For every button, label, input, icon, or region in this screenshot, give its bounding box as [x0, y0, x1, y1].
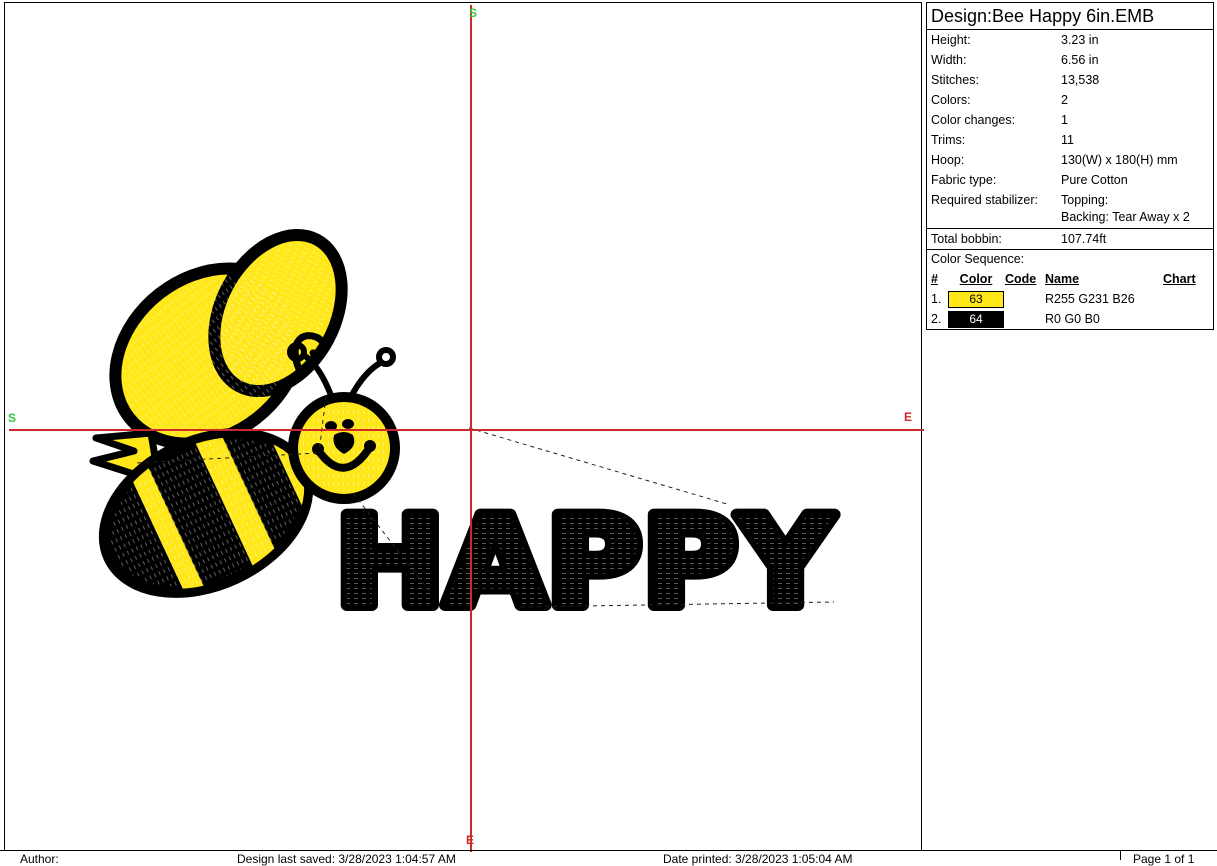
happy-lettering: HAPPY HAPPY	[335, 491, 834, 635]
footer-divider	[0, 850, 1217, 851]
bee-head	[293, 397, 395, 499]
color-swatch-1: 63	[948, 291, 1004, 308]
happy-text-stitch-texture: HAPPY	[335, 491, 834, 635]
footer-date-printed: Date printed: 3/28/2023 1:05:04 AM	[663, 852, 852, 866]
footer-last-saved: Design last saved: 3/28/2023 1:04:57 AM	[237, 852, 456, 866]
bee-eye-right	[342, 419, 354, 429]
footer-divider-tick	[1120, 850, 1121, 860]
color-sequence-row-1: 1. 63 R255 G231 B26	[927, 289, 1213, 309]
design-title: Design:Bee Happy 6in.EMB	[927, 3, 1213, 30]
info-row-trims: Trims: 11	[927, 130, 1213, 150]
info-row-color-changes: Color changes: 1	[927, 110, 1213, 130]
info-row-stitches: Stitches: 13,538	[927, 70, 1213, 90]
footer-author: Author:	[20, 852, 59, 866]
horizontal-guide-line	[9, 429, 924, 431]
thread-name-1: R255 G231 B26	[1045, 292, 1163, 306]
embroidery-artwork: HAPPY HAPPY	[5, 3, 921, 851]
end-marker-right: E	[904, 411, 912, 423]
info-row-total-bobbin: Total bobbin: 107.74ft	[927, 228, 1213, 250]
start-marker-left: S	[8, 412, 16, 424]
color-swatch-2: 64	[948, 311, 1004, 328]
footer-page-number: Page 1 of 1	[1133, 852, 1194, 866]
info-row-width: Width: 6.56 in	[927, 50, 1213, 70]
start-marker-top: S	[469, 7, 477, 19]
end-marker-bottom: E	[466, 834, 474, 846]
design-info-panel: Design:Bee Happy 6in.EMB Height: 3.23 in…	[926, 2, 1214, 330]
color-sequence-header: # Color Code Name Chart	[927, 269, 1213, 289]
info-row-colors: Colors: 2	[927, 90, 1213, 110]
color-sequence-label: Color Sequence:	[927, 250, 1213, 269]
info-row-height: Height: 3.23 in	[927, 30, 1213, 50]
color-sequence-row-2: 2. 64 R0 G0 B0	[927, 309, 1213, 329]
design-properties-table: Height: 3.23 in Width: 6.56 in Stitches:…	[927, 30, 1213, 250]
info-row-stabilizer: Required stabilizer: Topping: Backing: T…	[927, 190, 1213, 228]
info-row-hoop: Hoop: 130(W) x 180(H) mm	[927, 150, 1213, 170]
thread-name-2: R0 G0 B0	[1045, 312, 1163, 326]
design-canvas: HAPPY HAPPY S S E E	[4, 2, 922, 851]
info-row-fabric-type: Fabric type: Pure Cotton	[927, 170, 1213, 190]
